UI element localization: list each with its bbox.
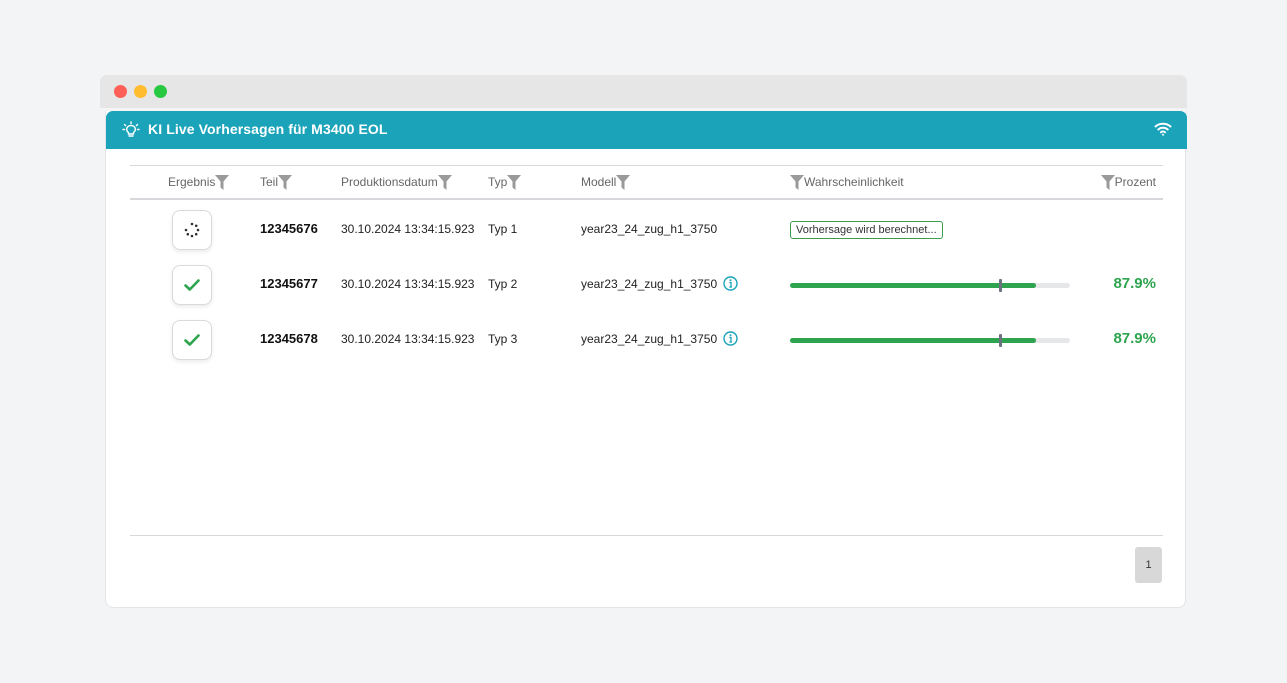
- column-label: Ergebnis: [168, 175, 216, 189]
- checkmark-icon: [184, 279, 200, 291]
- model-cell: year23_24_zug_h1_3750: [581, 276, 739, 291]
- production-date: 30.10.2024 13:34:15.923: [341, 332, 475, 346]
- filter-icon[interactable]: [507, 174, 522, 190]
- app-window: KI Live Vorhersagen für M3400 EOL Ergebn…: [100, 75, 1187, 608]
- table-header: Ergebnis Teil Produktionsdatum Typ Model…: [130, 165, 1163, 200]
- card-header: KI Live Vorhersagen für M3400 EOL: [106, 111, 1187, 149]
- close-window-button[interactable]: [114, 85, 127, 98]
- pagination-page-button[interactable]: 1: [1135, 547, 1162, 583]
- filter-icon[interactable]: [1100, 174, 1115, 190]
- result-status-button[interactable]: [172, 210, 212, 250]
- model-name: year23_24_zug_h1_3750: [581, 277, 718, 291]
- page-title: KI Live Vorhersagen für M3400 EOL: [148, 121, 388, 137]
- filter-icon[interactable]: [616, 174, 631, 190]
- probability-percent: 87.9%: [1113, 275, 1156, 292]
- filter-icon[interactable]: [278, 174, 293, 190]
- column-header-produktionsdatum: Produktionsdatum: [341, 174, 452, 190]
- filter-icon[interactable]: [215, 174, 230, 190]
- part-number: 12345677: [260, 276, 318, 291]
- predictions-card: KI Live Vorhersagen für M3400 EOL Ergebn…: [105, 111, 1187, 608]
- table-footer-divider: [130, 535, 1163, 536]
- probability-percent: 87.9%: [1113, 330, 1156, 347]
- info-icon[interactable]: [723, 276, 739, 291]
- filter-icon[interactable]: [437, 174, 452, 190]
- threshold-marker: [999, 334, 1002, 347]
- production-date: 30.10.2024 13:34:15.923: [341, 222, 475, 236]
- wifi-icon: [1154, 121, 1172, 137]
- maximize-window-button[interactable]: [154, 85, 167, 98]
- minimize-window-button[interactable]: [134, 85, 147, 98]
- column-label: Teil: [260, 175, 279, 189]
- info-icon[interactable]: [723, 331, 739, 346]
- threshold-marker: [999, 279, 1002, 292]
- probability-bar: [790, 334, 1070, 347]
- model-cell: year23_24_zug_h1_3750: [581, 331, 739, 346]
- probability-bar: [790, 279, 1070, 292]
- table-row[interactable]: 12345678 30.10.2024 13:34:15.923 Typ 3 y…: [130, 312, 1163, 367]
- column-label: Typ: [488, 175, 508, 189]
- column-header-modell: Modell: [581, 174, 631, 190]
- column-label: Prozent: [1114, 175, 1156, 189]
- type-label: Typ 1: [488, 222, 518, 236]
- result-status-button[interactable]: [172, 265, 212, 305]
- window-titlebar: [100, 75, 1187, 108]
- checkmark-icon: [184, 334, 200, 346]
- column-header-prozent: Prozent: [1100, 174, 1156, 190]
- result-status-button[interactable]: [172, 320, 212, 360]
- calculating-badge: Vorhersage wird berechnet...: [790, 221, 943, 239]
- table-row[interactable]: 12345677 30.10.2024 13:34:15.923 Typ 2 y…: [130, 257, 1163, 312]
- column-header-teil: Teil: [260, 174, 293, 190]
- column-label: Modell: [581, 175, 617, 189]
- column-header-ergebnis: Ergebnis: [168, 174, 230, 190]
- production-date: 30.10.2024 13:34:15.923: [341, 277, 475, 291]
- type-label: Typ 3: [488, 332, 518, 346]
- column-label: Wahrscheinlichkeit: [804, 175, 904, 189]
- part-number: 12345678: [260, 331, 318, 346]
- model-name: year23_24_zug_h1_3750: [581, 222, 718, 236]
- loading-spinner-icon: [184, 222, 200, 238]
- column-header-typ: Typ: [488, 174, 522, 190]
- column-label: Produktionsdatum: [341, 175, 438, 189]
- column-header-wahrscheinlichkeit: Wahrscheinlichkeit: [790, 174, 904, 190]
- part-number: 12345676: [260, 221, 318, 236]
- table-row[interactable]: 12345676 30.10.2024 13:34:15.923 Typ 1 y…: [130, 202, 1163, 257]
- type-label: Typ 2: [488, 277, 518, 291]
- model-name: year23_24_zug_h1_3750: [581, 332, 718, 346]
- filter-icon[interactable]: [790, 174, 804, 190]
- lightbulb-icon: [122, 121, 140, 139]
